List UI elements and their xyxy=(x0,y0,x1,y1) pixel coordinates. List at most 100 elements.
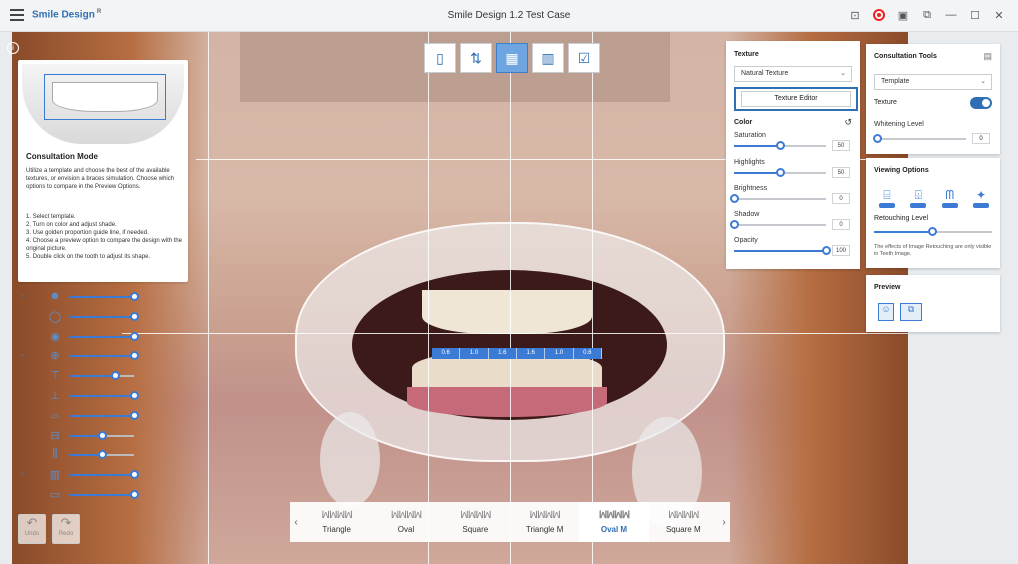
teeth-design-icon[interactable]: ▦ xyxy=(496,43,528,73)
golden-ratio-icon[interactable]: ⊟ xyxy=(48,429,62,443)
slider-knob[interactable] xyxy=(111,371,120,381)
title-bar: Smile Design R Smile Design 1.2 Test Case… xyxy=(0,0,1018,32)
smile-arc-icon[interactable]: ⌓ xyxy=(48,409,62,423)
template-item[interactable]: ꟽꟽꟽꟽ Oval xyxy=(371,502,440,542)
slider-value[interactable]: 100 xyxy=(832,245,850,256)
slider-knob[interactable] xyxy=(730,220,739,229)
collapse-arrow-icon[interactable]: ▾ xyxy=(21,293,24,300)
cross-guide-icon[interactable]: ⊥ xyxy=(48,389,62,403)
checklist-icon[interactable]: ☑ xyxy=(568,43,600,73)
guide-control-template-grid: ▾ ▥ xyxy=(18,465,139,485)
slider-knob[interactable] xyxy=(776,168,785,177)
braces-ceramic-icon[interactable]: ⌹ xyxy=(907,184,929,208)
slider-value[interactable]: 0 xyxy=(832,193,850,204)
slider-knob[interactable] xyxy=(130,351,139,361)
retouching-slider-knob[interactable] xyxy=(928,227,937,236)
teeth-outline-icon[interactable]: ᗰ xyxy=(939,184,961,208)
slider-value[interactable]: 0 xyxy=(832,219,850,230)
guide-line-midline[interactable] xyxy=(510,32,511,564)
color-slider-opacity: Opacity 100 xyxy=(734,237,854,263)
chevron-left-icon[interactable]: ‹ xyxy=(290,502,302,542)
texture-toggle[interactable] xyxy=(970,97,992,109)
alignment-icon[interactable]: ⇅ xyxy=(460,43,492,73)
slider-knob[interactable] xyxy=(730,194,739,203)
teeth-sparkle-icon[interactable]: ✦ xyxy=(970,184,992,208)
face-guide-icon[interactable]: ☻ xyxy=(48,290,62,304)
maximize-icon[interactable]: ☐ xyxy=(968,8,982,22)
face-view-icon[interactable]: ▯ xyxy=(424,43,456,73)
slider-knob[interactable] xyxy=(98,430,107,440)
window-icon[interactable]: ⧉ xyxy=(920,8,934,22)
slider-knob[interactable] xyxy=(98,450,107,460)
slider-track[interactable] xyxy=(734,198,826,200)
braces-metal-icon[interactable]: ⌸ xyxy=(876,184,898,208)
close-icon[interactable]: ✕ xyxy=(992,8,1006,22)
proportion-value: 1.6 xyxy=(517,348,546,359)
slider-knob[interactable] xyxy=(130,489,139,499)
vertical-guide-icon[interactable]: ⊤ xyxy=(48,369,62,383)
template-item[interactable]: ꟽꟽꟽꟽ Square xyxy=(441,502,510,542)
tooth-library-icon[interactable]: ▥ xyxy=(532,43,564,73)
tooth-template-icon: ꟽꟽꟽꟽ xyxy=(321,510,353,521)
texture-editor-button[interactable]: Texture Editor xyxy=(741,91,851,107)
undo-label: Undo xyxy=(24,531,40,537)
reset-icon[interactable]: ↺ xyxy=(844,117,852,128)
color-slider-highlights: Highlights 50 xyxy=(734,159,854,185)
collapse-arrow-icon[interactable]: ▾ xyxy=(21,471,24,478)
lip-line-icon[interactable]: ◯ xyxy=(48,310,62,324)
redo-button[interactable]: ↷ Redo xyxy=(52,514,80,544)
slider-fill xyxy=(70,394,134,397)
capture-icon[interactable]: ▣ xyxy=(896,8,910,22)
slider-track[interactable] xyxy=(734,224,826,226)
template-select[interactable]: Template ⌄ xyxy=(874,74,992,90)
texture-select[interactable]: Natural Texture ⌄ xyxy=(734,66,852,82)
slider-knob[interactable] xyxy=(130,410,139,420)
undo-button[interactable]: ↶ Undo xyxy=(18,514,46,544)
slider-knob[interactable] xyxy=(130,470,139,480)
guide-line-vertical[interactable] xyxy=(592,32,593,564)
template-item[interactable]: ꟽꟽꟽꟽ Triangle M xyxy=(510,502,579,542)
record-icon[interactable] xyxy=(872,8,886,22)
texture-select-value: Natural Texture xyxy=(741,70,789,77)
collapse-arrow-icon[interactable]: ▾ xyxy=(21,352,24,359)
guide-line-vertical[interactable] xyxy=(428,32,429,564)
proportion-value: 1.0 xyxy=(460,348,489,359)
whitening-slider-knob[interactable] xyxy=(873,134,882,143)
viewing-options-panel: Viewing Options ⌸ ⌹ ᗰ ✦ Retouching Level… xyxy=(866,158,1000,268)
designed-teeth[interactable] xyxy=(422,290,592,334)
tooth-width-icon[interactable]: ▭ xyxy=(48,488,62,502)
slider-fill xyxy=(734,145,780,147)
minimize-icon[interactable]: — xyxy=(944,8,958,22)
whitening-slider[interactable] xyxy=(874,138,966,140)
template-item[interactable]: ꟽꟽꟽꟽ Square M xyxy=(649,502,718,542)
slider-knob[interactable] xyxy=(130,331,139,341)
slider-fill xyxy=(70,414,134,417)
panel-layout-icon[interactable]: ▤ xyxy=(983,51,992,62)
slider-fill xyxy=(70,315,134,318)
tooth-axis-icon[interactable]: ⫼ xyxy=(48,448,62,462)
slider-knob[interactable] xyxy=(130,292,139,301)
preview-compare-icon[interactable]: ⧉ xyxy=(900,303,922,321)
info-icon[interactable]: i xyxy=(7,42,19,54)
guide-line-horizontal[interactable] xyxy=(122,333,908,334)
template-item[interactable]: ꟽꟽꟽꟽ Triangle xyxy=(302,502,371,542)
slider-knob[interactable] xyxy=(130,390,139,400)
preview-single-icon[interactable]: ☺ xyxy=(878,303,894,321)
slider-knob[interactable] xyxy=(130,311,139,321)
midline-icon[interactable]: ⊕ xyxy=(48,349,62,363)
guide-line-vertical[interactable] xyxy=(208,32,209,564)
slider-value[interactable]: 50 xyxy=(832,140,850,151)
template-grid-icon[interactable]: ▥ xyxy=(48,468,62,482)
template-item[interactable]: ꟽꟽꟽꟽ Oval M xyxy=(579,502,649,542)
slider-value[interactable]: 50 xyxy=(832,167,850,178)
template-label: Oval xyxy=(397,525,415,534)
whitening-value[interactable]: 0 xyxy=(972,133,990,144)
tooth-outline-icon[interactable]: ◉ xyxy=(48,330,62,344)
screenshot-icon[interactable]: ⊡ xyxy=(848,8,862,22)
consultation-tools-title: Consultation Tools xyxy=(874,53,937,60)
slider-knob[interactable] xyxy=(776,141,785,150)
chevron-right-icon[interactable]: › xyxy=(718,502,730,542)
tooth-template-icon: ꟽꟽꟽꟽ xyxy=(460,510,492,521)
color-slider-saturation: Saturation 50 xyxy=(734,132,854,158)
slider-knob[interactable] xyxy=(822,246,831,255)
